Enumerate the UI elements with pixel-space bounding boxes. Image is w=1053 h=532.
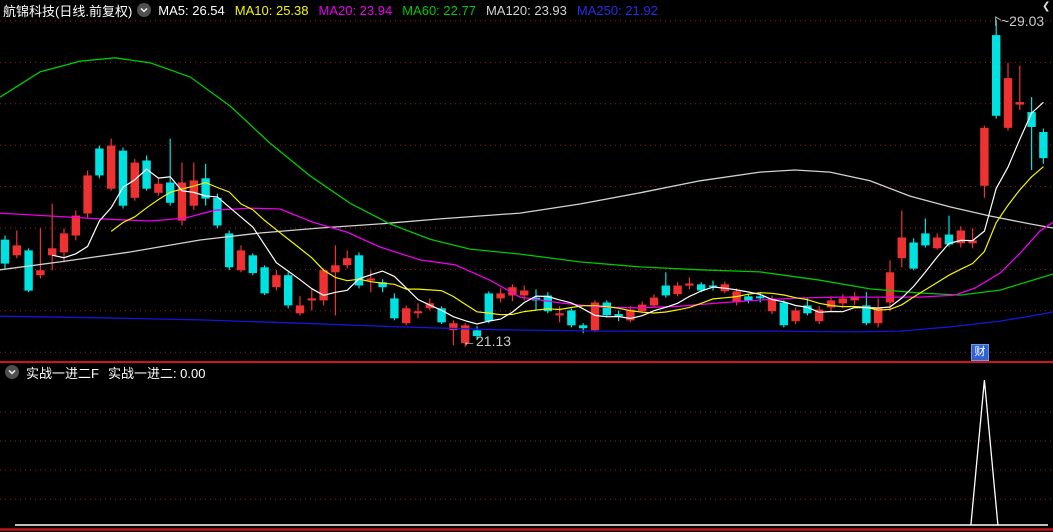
low-price-label: ←21.13 bbox=[462, 333, 512, 349]
caifu-badge[interactable]: 财 bbox=[971, 344, 989, 361]
ma60-legend: MA60: 22.77 bbox=[402, 2, 476, 18]
indicator-chart-canvas[interactable] bbox=[0, 366, 1053, 532]
main-chart-header: 航锦科技(日线.前复权) MA5: 26.54 MA10: 25.38 MA20… bbox=[0, 0, 668, 20]
collapse-indicator-icon[interactable] bbox=[5, 365, 19, 379]
indicator-value: 实战一进二: 0.00 bbox=[107, 365, 206, 381]
ma10-legend: MA10: 25.38 bbox=[234, 2, 309, 18]
ma5-legend: MA5: 26.54 bbox=[158, 2, 225, 18]
ma120-legend: MA120: 23.93 bbox=[485, 2, 567, 18]
chevron-down-icon bbox=[8, 369, 16, 375]
stock-chart-window: 航锦科技(日线.前复权) MA5: 26.54 MA10: 25.38 MA20… bbox=[0, 0, 1053, 532]
collapse-main-chart-icon[interactable] bbox=[137, 3, 152, 17]
indicator-header: 实战一进二F 实战一进二: 0.00 bbox=[3, 363, 205, 381]
high-price-label: ~29.03 bbox=[1001, 13, 1045, 29]
ma20-legend: MA20: 23.94 bbox=[318, 2, 393, 18]
ma250-legend: MA250: 21.92 bbox=[576, 2, 658, 18]
corner-collapse-icon[interactable]: ❮ bbox=[1042, 1, 1050, 12]
chevron-down-icon bbox=[140, 7, 148, 13]
indicator-name: 实战一进二F bbox=[26, 365, 99, 381]
main-chart-canvas[interactable] bbox=[0, 0, 1053, 366]
stock-title: 航锦科技(日线.前复权) bbox=[3, 3, 133, 19]
